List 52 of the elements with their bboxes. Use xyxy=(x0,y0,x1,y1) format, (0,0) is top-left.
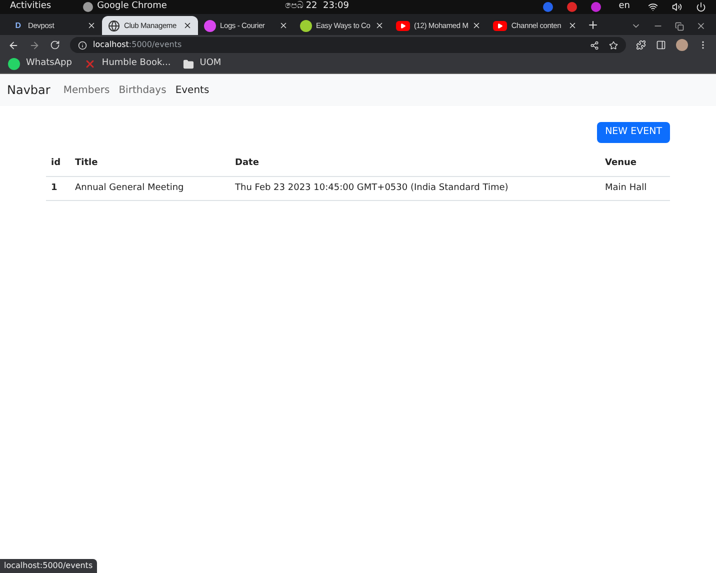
url-text: localhost:5000/events xyxy=(93,39,182,51)
language-indicator[interactable]: en xyxy=(618,0,630,14)
close-icon[interactable] xyxy=(696,21,706,31)
forward-icon[interactable] xyxy=(29,40,40,50)
side-panel-icon[interactable] xyxy=(656,40,666,50)
app-name[interactable]: Google Chrome xyxy=(97,0,167,14)
close-icon[interactable] xyxy=(183,21,192,30)
bookmark[interactable]: WhatsApp xyxy=(8,57,72,71)
wifi-icon[interactable] xyxy=(648,2,658,12)
status-indicator-icon[interactable] xyxy=(542,2,553,12)
play-icon xyxy=(493,20,508,30)
column-header: Date xyxy=(230,152,600,176)
table-cell: Main Hall xyxy=(600,176,670,200)
close-icon[interactable] xyxy=(568,21,578,30)
chat-icon xyxy=(8,58,20,70)
avatar[interactable] xyxy=(676,39,688,51)
cross-icon xyxy=(84,58,96,70)
navbar-brand[interactable]: Navbar xyxy=(7,81,50,99)
clock[interactable]: පෙබ 22 23:09 xyxy=(284,0,349,14)
activities-button[interactable]: Activities xyxy=(10,0,52,14)
restore-icon[interactable] xyxy=(675,22,684,30)
address-bar[interactable]: localhost:5000/events xyxy=(70,37,626,53)
back-icon[interactable] xyxy=(8,40,19,50)
info-icon xyxy=(78,40,87,50)
new-event-button[interactable]: NEW EVENT xyxy=(597,122,670,143)
table-cell: Thu Feb 23 2023 10:45:00 GMT+0530 (India Standard Time) xyxy=(230,176,600,200)
record-indicator-icon[interactable] xyxy=(566,2,577,12)
folder-icon xyxy=(182,58,194,70)
column-header: Title xyxy=(70,152,230,176)
share-icon[interactable] xyxy=(590,40,599,50)
nav-link[interactable]: Birthdays xyxy=(118,82,166,98)
nav-link[interactable]: Members xyxy=(63,82,110,98)
table-cell: Annual General Meeting xyxy=(70,176,230,200)
bookmark[interactable]: Humble Book... xyxy=(84,57,171,71)
reload-icon[interactable] xyxy=(50,40,60,50)
column-header: id xyxy=(46,152,70,176)
app-indicator-icon[interactable] xyxy=(590,2,601,12)
volume-icon[interactable] xyxy=(672,2,682,12)
new-tab-icon[interactable] xyxy=(587,19,600,31)
status-bar: localhost:5000/events xyxy=(0,559,97,573)
table-cell: 1 xyxy=(46,176,70,200)
bookmark[interactable]: UOM xyxy=(182,57,222,71)
chrome-icon xyxy=(83,2,94,12)
extensions-icon[interactable] xyxy=(636,40,646,50)
nav-link[interactable]: Events xyxy=(175,82,210,98)
letter-icon: D xyxy=(12,20,24,32)
power-icon[interactable] xyxy=(696,2,706,12)
star-icon[interactable] xyxy=(609,40,618,50)
play-icon xyxy=(396,20,410,30)
close-icon[interactable] xyxy=(472,21,482,30)
column-header: Venue xyxy=(600,152,670,176)
globe-icon xyxy=(108,20,120,32)
